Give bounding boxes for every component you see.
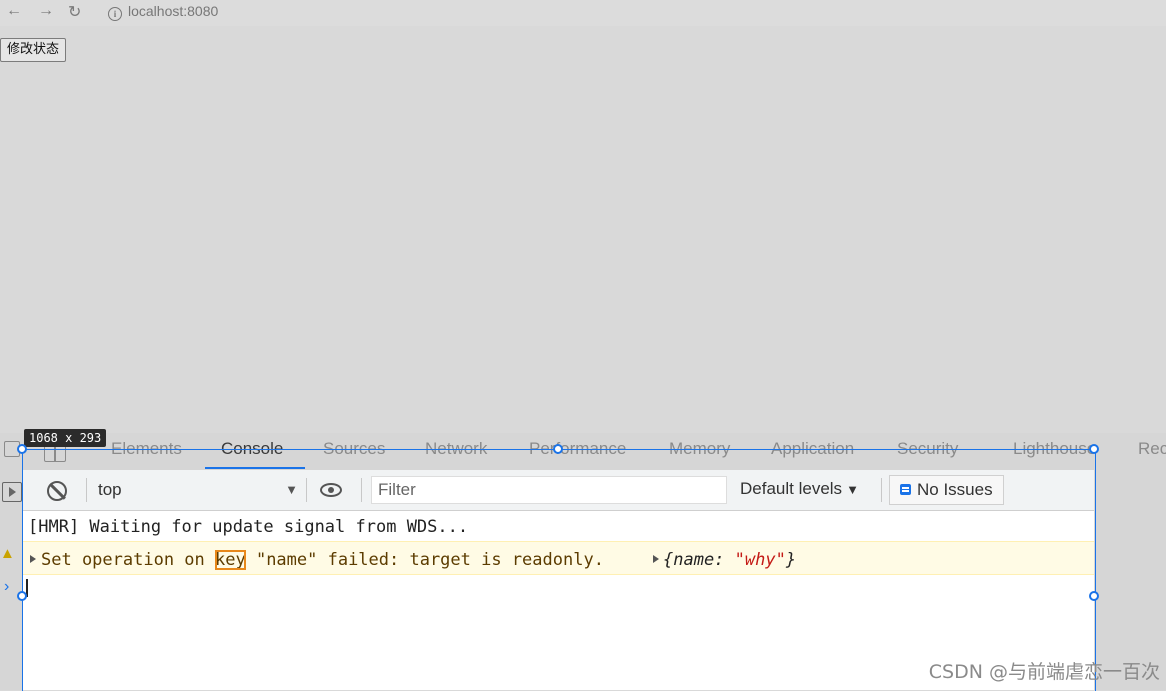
browser-toolbar: ← → ↻ i localhost:8080 <box>0 0 1166 26</box>
arrow-right-icon[interactable]: → <box>38 2 54 20</box>
resize-handle[interactable] <box>553 444 563 454</box>
reload-icon[interactable]: ↻ <box>68 2 81 22</box>
element-highlight-frame <box>22 449 1096 691</box>
warning-icon: ▲ <box>0 545 15 562</box>
resize-handle[interactable] <box>1089 444 1099 454</box>
show-sidebar-icon[interactable] <box>2 482 22 502</box>
watermark: CSDN @与前端虐恋一百次 <box>928 661 1160 683</box>
console-prompt-icon: › <box>4 578 10 595</box>
arrow-left-icon[interactable]: ← <box>6 2 22 20</box>
change-state-button[interactable]: 修改状态 <box>0 38 67 62</box>
url-text: localhost:8080 <box>128 3 219 19</box>
address-bar[interactable]: i localhost:8080 <box>108 3 218 21</box>
dimensions-badge: 1068 x 293 <box>24 429 107 447</box>
resize-handle[interactable] <box>17 591 27 601</box>
resize-handle[interactable] <box>17 444 27 454</box>
tab-recorder[interactable]: Rec <box>1138 439 1166 459</box>
info-icon[interactable]: i <box>108 7 122 21</box>
resize-handle[interactable] <box>1089 591 1099 601</box>
